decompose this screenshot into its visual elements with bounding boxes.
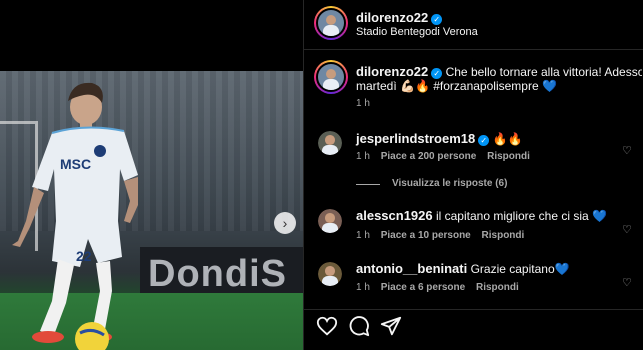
- comment-time: 1 h: [356, 151, 370, 162]
- author-username[interactable]: dilorenzo22: [356, 10, 428, 25]
- comment-username[interactable]: alesscn1926: [356, 208, 433, 223]
- comment-likes[interactable]: Piace a 10 persone: [381, 230, 471, 241]
- caption-time: 1 h: [356, 98, 370, 109]
- post-photo: DondiS MSC 22: [0, 71, 303, 350]
- comment-likes[interactable]: Piace a 6 persone: [381, 282, 466, 293]
- player-figure: MSC 22: [12, 82, 138, 350]
- next-media-button[interactable]: ›: [274, 212, 296, 234]
- comment: alesscn1926 il capitano migliore che ci …: [356, 207, 607, 225]
- comment: antonio__beninati Grazie capitano💙: [356, 260, 570, 278]
- comments-list: dilorenzo22 ✓ Che bello tornare alla vitt…: [304, 51, 643, 309]
- verified-icon: ✓: [478, 135, 490, 146]
- caption-avatar[interactable]: [314, 60, 348, 94]
- comment-avatar[interactable]: [318, 209, 342, 233]
- post-location[interactable]: Stadio Bentegodi Verona: [356, 26, 478, 38]
- comment-meta: 1 h Piace a 200 persone Rispondi: [356, 151, 530, 162]
- comment-bubble-icon[interactable]: [348, 315, 370, 337]
- reply-button[interactable]: Rispondi: [487, 151, 530, 162]
- caption-text: Che bello tornare alla vittoria! Adesso …: [445, 65, 642, 79]
- verified-icon: ✓: [431, 14, 443, 25]
- paper-plane-icon[interactable]: [380, 315, 402, 337]
- comment-time: 1 h: [356, 282, 370, 293]
- replies-divider: [356, 184, 380, 185]
- comment-time: 1 h: [356, 230, 370, 241]
- comment-avatar[interactable]: [318, 262, 342, 286]
- like-comment-icon[interactable]: ♡: [622, 144, 632, 157]
- post-header: dilorenzo22 ✓ Stadio Bentegodi Verona: [304, 0, 643, 50]
- comment-avatar[interactable]: [318, 131, 342, 155]
- comment-likes[interactable]: Piace a 200 persone: [381, 151, 477, 162]
- reply-button[interactable]: Rispondi: [476, 282, 519, 293]
- comment-username[interactable]: jesperlindstroem18: [356, 131, 475, 146]
- jersey-sponsor: MSC: [60, 156, 91, 172]
- shorts-number: 22: [76, 248, 92, 264]
- comment: jesperlindstroem18 ✓ 🔥🔥: [356, 130, 522, 148]
- caption-username[interactable]: dilorenzo22: [356, 64, 428, 79]
- comment-text: 🔥🔥: [492, 132, 523, 146]
- comment-username[interactable]: antonio__beninati: [356, 261, 467, 276]
- like-comment-icon[interactable]: ♡: [622, 223, 632, 236]
- comment-meta: 1 h Piace a 6 persone Rispondi: [356, 282, 519, 293]
- reply-button[interactable]: Rispondi: [482, 230, 525, 241]
- post-side-panel: dilorenzo22 ✓ Stadio Bentegodi Verona dil…: [303, 0, 643, 350]
- post-media[interactable]: DondiS MSC 22 ›: [0, 0, 303, 350]
- caption-line2: martedì 💪🏻🔥 #forzanapolisempre 💙: [356, 79, 557, 93]
- heart-outline-icon[interactable]: [316, 315, 338, 337]
- view-replies-button[interactable]: Visualizza le risposte (6): [392, 178, 507, 189]
- like-comment-icon[interactable]: ♡: [622, 276, 632, 289]
- comment-text: il capitano migliore che ci sia 💙: [435, 209, 607, 223]
- comment-text: Grazie capitano💙: [470, 262, 570, 276]
- author-avatar[interactable]: [314, 6, 348, 40]
- comment-meta: 1 h Piace a 10 persone Rispondi: [356, 230, 524, 241]
- post-actions: [304, 309, 643, 350]
- chevron-right-icon: ›: [282, 215, 288, 231]
